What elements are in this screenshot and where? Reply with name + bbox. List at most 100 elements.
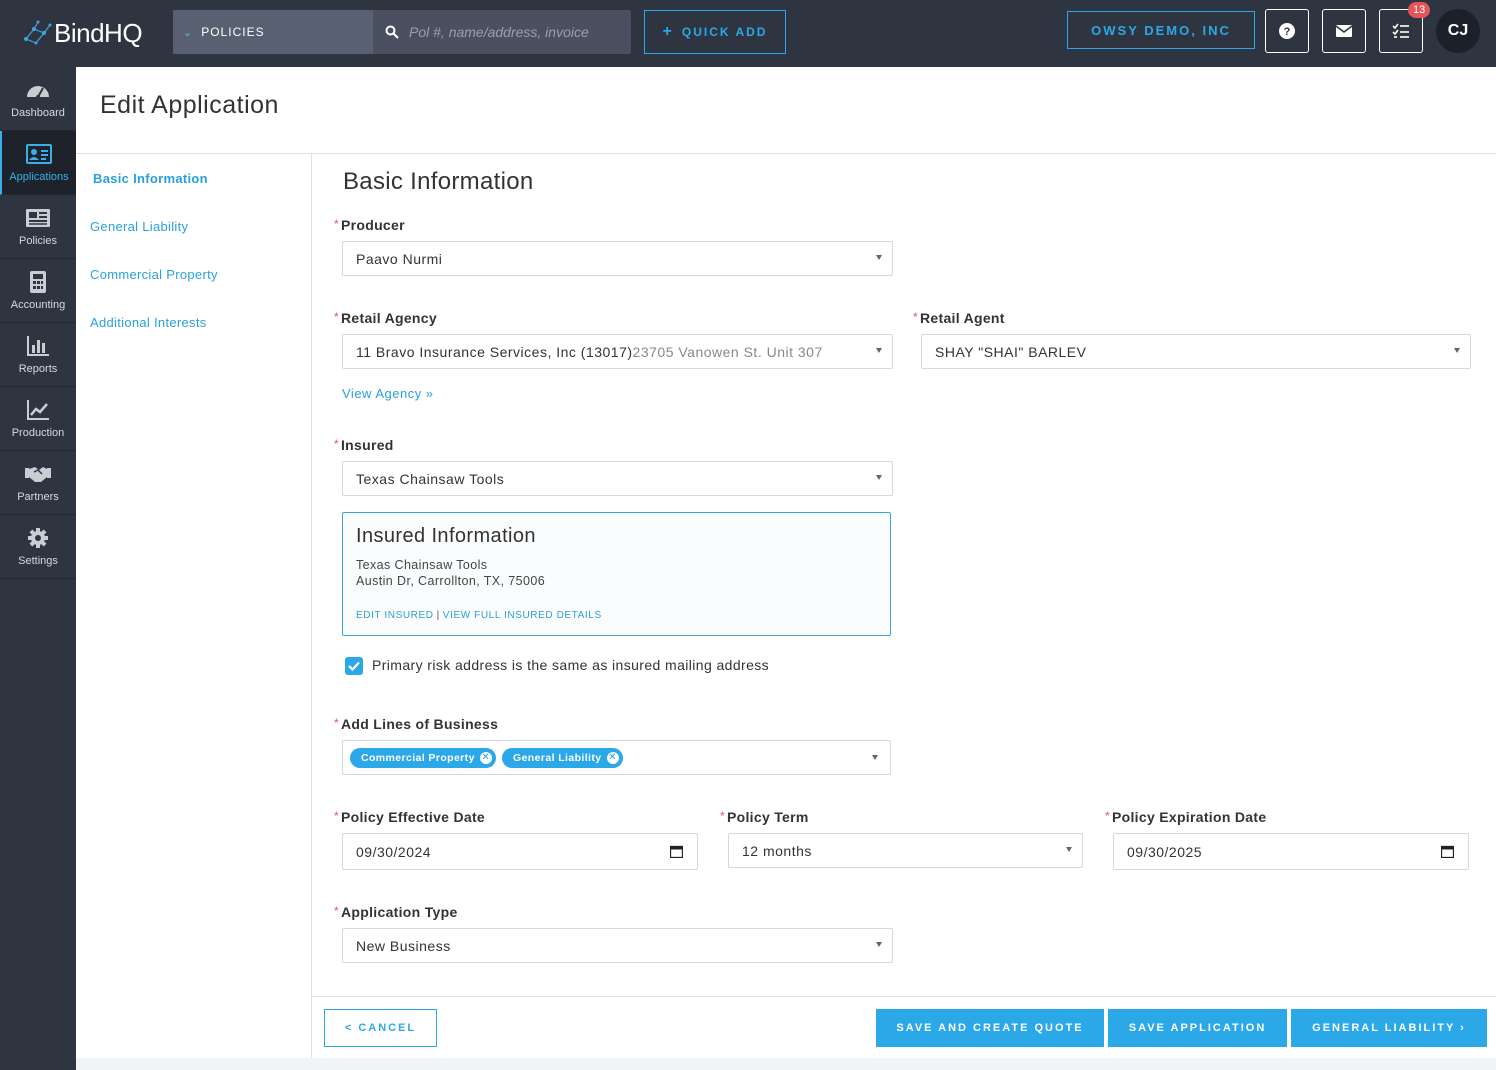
nav-label: Accounting xyxy=(10,298,66,311)
insured-label: * Insured xyxy=(334,437,394,453)
effective-date-input[interactable]: 09/30/2024 xyxy=(342,833,698,870)
insured-select[interactable]: Texas Chainsaw Tools xyxy=(342,461,893,496)
tasks-count-badge: 13 xyxy=(1408,2,1431,18)
section-link-commercial-property[interactable]: Commercial Property xyxy=(90,267,218,282)
nav-label: Policies xyxy=(19,234,57,247)
calendar-icon[interactable] xyxy=(1441,845,1454,858)
label-text: Policy Expiration Date xyxy=(1111,809,1267,825)
nav-accounting[interactable]: Accounting xyxy=(0,259,76,323)
nav-label: Settings xyxy=(18,554,58,567)
basic-information-form: Basic Information * Producer Paavo Nurmi … xyxy=(312,154,1496,996)
caret-down-icon xyxy=(876,255,882,260)
label-text: Add Lines of Business xyxy=(340,716,499,732)
form-footer: < CANCEL SAVE AND CREATE QUOTE SAVE APPL… xyxy=(312,996,1496,1058)
view-full-insured-details-link[interactable]: VIEW FULL INSURED DETAILS xyxy=(443,610,602,621)
retail-agent-select[interactable]: SHAY "SHAI" BARLEV xyxy=(921,334,1471,369)
application-type-value: New Business xyxy=(356,937,451,954)
producer-value: Paavo Nurmi xyxy=(356,250,443,267)
nav-production[interactable]: Production xyxy=(0,387,76,451)
tag-label: Commercial Property xyxy=(361,752,475,764)
main-nav-rail: Dashboard Applications Policies Accounti… xyxy=(0,67,76,1070)
retail-agency-select[interactable]: 11 Bravo Insurance Services, Inc (13017)… xyxy=(342,334,893,369)
section-link-general-liability[interactable]: General Liability xyxy=(90,219,188,234)
top-bar: BindHQ ⌄ POLICIES + QUICK ADD OWSY DEMO,… xyxy=(0,0,1496,67)
cancel-button[interactable]: < CANCEL xyxy=(324,1009,437,1047)
nav-settings[interactable]: Settings xyxy=(0,515,76,579)
view-agency-link[interactable]: View Agency » xyxy=(342,386,434,401)
logo-network-icon xyxy=(24,20,52,45)
label-text: Retail Agent xyxy=(919,310,1005,326)
organization-button[interactable]: OWSY DEMO, INC xyxy=(1067,11,1255,49)
primary-risk-label[interactable]: Primary risk address is the same as insu… xyxy=(372,657,769,673)
tag-label: General Liability xyxy=(513,752,602,764)
nav-reports[interactable]: Reports xyxy=(0,323,76,387)
expiration-date-input[interactable]: 09/30/2025 xyxy=(1113,833,1469,870)
section-link-basic-information[interactable]: Basic Information xyxy=(93,171,208,186)
label-text: Retail Agency xyxy=(340,310,437,326)
save-application-button[interactable]: SAVE APPLICATION xyxy=(1108,1009,1287,1047)
newspaper-icon xyxy=(26,208,50,227)
messages-button[interactable] xyxy=(1322,9,1366,53)
user-avatar[interactable]: CJ xyxy=(1436,9,1480,53)
bar-chart-icon xyxy=(27,335,49,356)
section-title: Basic Information xyxy=(343,168,534,195)
calculator-icon xyxy=(30,270,46,293)
nav-label: Reports xyxy=(18,362,58,375)
insured-info-links: EDIT INSURED | VIEW FULL INSURED DETAILS xyxy=(356,610,602,621)
retail-agency-address: 23705 Vanowen St. Unit 307 xyxy=(632,343,823,360)
caret-down-icon xyxy=(1454,348,1460,353)
lines-of-business-select[interactable]: Commercial Property ✕ General Liability … xyxy=(342,740,891,775)
section-link-additional-interests[interactable]: Additional Interests xyxy=(90,315,207,330)
retail-agency-value: 11 Bravo Insurance Services, Inc (13017) xyxy=(356,343,633,360)
nav-partners[interactable]: Partners xyxy=(0,451,76,515)
retail-agent-value: SHAY "SHAI" BARLEV xyxy=(935,343,1087,360)
nav-label: Applications xyxy=(9,170,69,183)
label-text: Policy Effective Date xyxy=(340,809,486,825)
tag-commercial-property: Commercial Property ✕ xyxy=(350,748,496,768)
nav-applications[interactable]: Applications xyxy=(0,131,76,195)
insured-value: Texas Chainsaw Tools xyxy=(356,470,505,487)
search-icon xyxy=(385,25,399,39)
lines-of-business-label: * Add Lines of Business xyxy=(334,716,499,732)
search-field xyxy=(373,10,631,54)
search-scope-dropdown[interactable]: ⌄ POLICIES xyxy=(173,10,373,54)
chevron-down-icon: ⌄ xyxy=(183,26,194,39)
expiration-date-value: 09/30/2025 xyxy=(1127,843,1203,860)
application-section-nav: Basic Information General Liability Comm… xyxy=(76,154,312,1058)
edit-insured-link[interactable]: EDIT INSURED xyxy=(356,610,434,621)
remove-tag-icon[interactable]: ✕ xyxy=(479,752,492,764)
producer-select[interactable]: Paavo Nurmi xyxy=(342,241,893,276)
gear-icon xyxy=(28,527,48,548)
global-search: ⌄ POLICIES xyxy=(173,10,631,54)
page-title: Edit Application xyxy=(100,91,279,119)
policy-term-select[interactable]: 12 months xyxy=(728,833,1083,868)
effective-date-label: * Policy Effective Date xyxy=(334,809,486,825)
application-type-select[interactable]: New Business xyxy=(342,928,893,963)
dashboard-icon xyxy=(27,85,49,99)
help-button[interactable]: ? xyxy=(1265,9,1309,53)
page-header: Edit Application xyxy=(76,67,1496,154)
effective-date-value: 09/30/2024 xyxy=(356,843,432,860)
remove-tag-icon[interactable]: ✕ xyxy=(606,752,619,764)
label-text: Policy Term xyxy=(726,809,809,825)
id-card-icon xyxy=(26,143,52,164)
producer-label: * Producer xyxy=(334,217,405,233)
search-input[interactable] xyxy=(409,24,629,40)
save-and-create-quote-button[interactable]: SAVE AND CREATE QUOTE xyxy=(876,1009,1104,1047)
question-circle-icon: ? xyxy=(1279,23,1295,39)
label-text: Application Type xyxy=(340,904,458,920)
app-logo[interactable]: BindHQ xyxy=(22,17,143,49)
nav-dashboard[interactable]: Dashboard xyxy=(0,67,76,131)
expiration-date-label: * Policy Expiration Date xyxy=(1105,809,1267,825)
calendar-icon[interactable] xyxy=(670,845,683,858)
quick-add-button[interactable]: + QUICK ADD xyxy=(644,10,786,54)
insured-info-title: Insured Information xyxy=(356,525,536,547)
next-general-liability-button[interactable]: GENERAL LIABILITY › xyxy=(1291,1009,1487,1047)
handshake-icon xyxy=(25,466,51,482)
plus-icon: + xyxy=(662,23,674,40)
logo-text: BindHQ xyxy=(54,17,143,48)
primary-risk-checkbox[interactable] xyxy=(345,657,363,675)
envelope-icon xyxy=(1335,25,1353,37)
nav-label: Dashboard xyxy=(11,106,65,119)
nav-policies[interactable]: Policies xyxy=(0,195,76,259)
